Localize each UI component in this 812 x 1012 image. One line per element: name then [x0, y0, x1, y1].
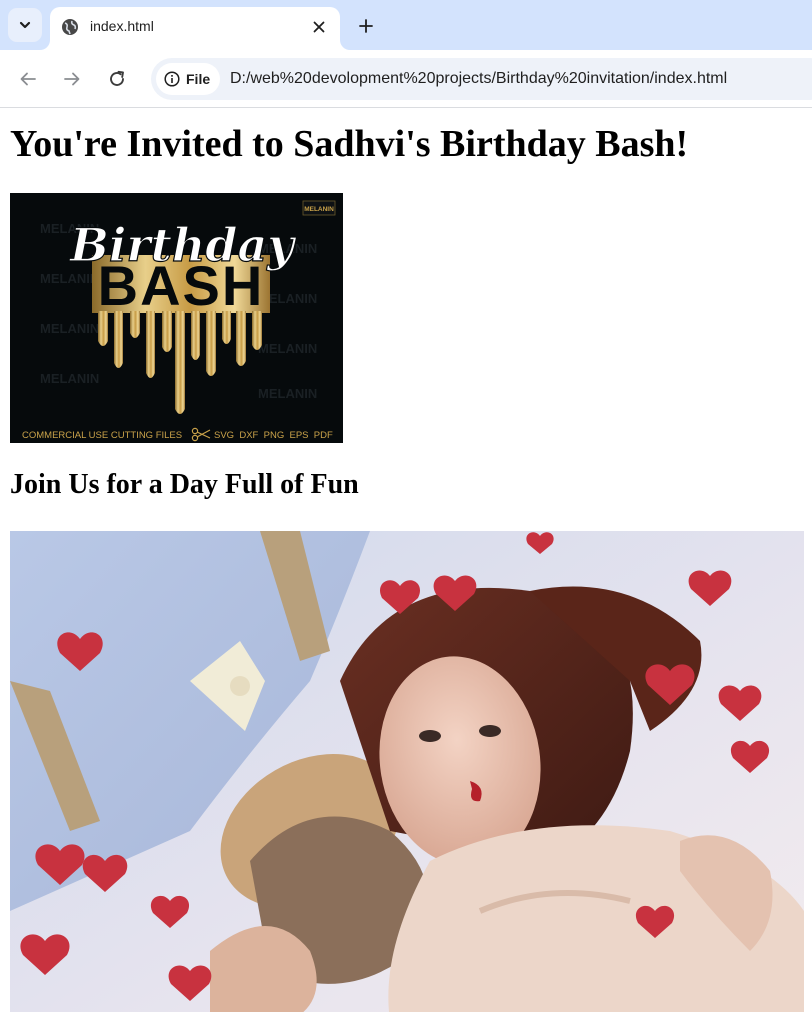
tab-close-button[interactable] — [308, 16, 330, 38]
reload-button[interactable] — [102, 64, 132, 94]
browser-toolbar: File D:/web%20devolopment%20projects/Bir… — [0, 50, 812, 108]
back-arrow-icon — [20, 72, 36, 86]
forward-button[interactable] — [57, 64, 87, 94]
tab-search-button[interactable] — [8, 8, 42, 42]
new-tab-button[interactable] — [352, 12, 380, 40]
page-subtitle: Join Us for a Day Full of Fun — [10, 469, 359, 500]
watermark-text: MELANIN — [40, 321, 99, 336]
watermark-text: MELANIN — [40, 371, 99, 386]
watermark-text: MELANIN — [258, 341, 317, 356]
tab-strip: index.html — [0, 0, 812, 50]
plus-icon — [359, 19, 373, 33]
page-title: You're Invited to Sadhvi's Birthday Bash… — [10, 123, 689, 165]
back-button[interactable] — [13, 64, 43, 94]
page-content: You're Invited to Sadhvi's Birthday Bash… — [0, 109, 812, 1012]
watermark-text: MELANIN — [40, 271, 99, 286]
info-icon — [164, 71, 180, 87]
forward-arrow-icon — [64, 72, 80, 86]
browser-tab[interactable]: index.html — [50, 7, 340, 50]
tab-title: index.html — [90, 18, 154, 34]
couple-photo-graphic — [10, 531, 804, 1012]
banner-footer-text: COMMERCIAL USE CUTTING FILES — [22, 430, 182, 441]
birthday-bash-banner: MELANIN MELANIN MELANIN MELANIN MELANIN … — [10, 193, 343, 443]
url-text[interactable]: D:/web%20devolopment%20projects/Birthday… — [230, 69, 727, 89]
address-bar[interactable]: File D:/web%20devolopment%20projects/Bir… — [151, 58, 812, 100]
banner-formats-text: SVG DXF PNG EPS PDF — [214, 430, 333, 441]
reload-icon — [110, 70, 124, 86]
couple-photo — [10, 531, 804, 1012]
globe-icon — [62, 19, 78, 35]
melanin-logo: MELANIN — [304, 206, 334, 213]
site-chip-label: File — [186, 71, 211, 87]
close-icon — [313, 21, 325, 33]
watermark-text: MELANIN — [258, 386, 317, 401]
birthday-script-text: Birthday — [68, 218, 297, 272]
birthday-bash-graphic: MELANIN MELANIN MELANIN MELANIN MELANIN … — [10, 193, 343, 443]
tab-search-icon — [19, 21, 31, 29]
site-info-chip[interactable]: File — [156, 63, 220, 95]
